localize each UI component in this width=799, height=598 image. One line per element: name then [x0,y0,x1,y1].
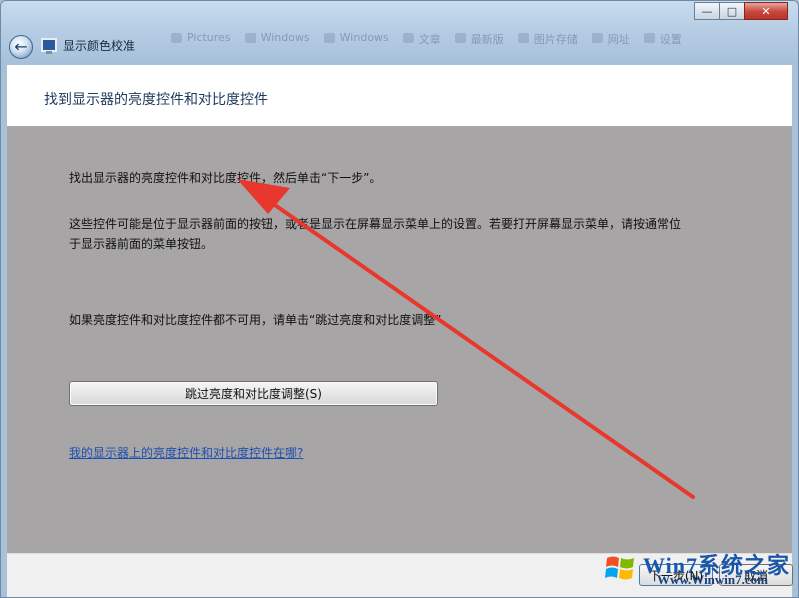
bg-item: Pictures [171,31,231,49]
instruction-text: 找出显示器的亮度控件和对比度控件，然后单击“下一步”。 [69,171,382,185]
main-content: 找出显示器的亮度控件和对比度控件，然后单击“下一步”。 这些控件可能是位于显示器… [7,126,792,553]
watermark-url: Www.Winwin7.com [657,572,768,587]
back-arrow-icon[interactable]: ← [9,35,33,59]
windows-logo-icon [605,556,634,580]
bg-item: Windows [323,31,389,49]
bg-item: 设置 [643,31,682,49]
bg-item: Windows [244,31,310,49]
help-link[interactable]: 我的显示器上的亮度控件和对比度控件在哪? [69,444,303,461]
bg-item: 网址 [591,31,630,49]
bg-item: 文章 [402,31,441,49]
minimize-button[interactable]: — [694,2,720,20]
maximize-button[interactable]: □ [719,2,745,20]
title-bar: Pictures Windows Windows 文章 最新版 图片存储 网址 … [1,1,798,65]
monitor-icon [41,38,57,54]
bg-item: 最新版 [454,31,504,49]
close-button[interactable]: ✕ [744,2,788,20]
skip-adjustment-button[interactable]: 跳过亮度和对比度调整(S) [69,381,438,406]
window-controls: — □ ✕ [694,2,788,20]
page-title: 找到显示器的亮度控件和对比度控件 [44,92,268,108]
page-header: 找到显示器的亮度控件和对比度控件 [7,65,792,126]
watermark: Win7系统之家 Www.Winwin7.com [603,546,793,590]
calibration-window: Pictures Windows Windows 文章 最新版 图片存储 网址 … [0,0,799,598]
bg-item: 图片存储 [517,31,578,49]
background-toolbar: Pictures Windows Windows 文章 最新版 图片存储 网址 … [171,31,768,49]
window-title: 显示颜色校准 [63,39,136,53]
description-text: 这些控件可能是位于显示器前面的按钮，或者是显示在屏幕显示菜单上的设置。若要打开屏… [69,217,682,251]
fallback-text: 如果亮度控件和对比度控件都不可用，请单击“跳过亮度和对比度调整”。 [69,313,454,327]
